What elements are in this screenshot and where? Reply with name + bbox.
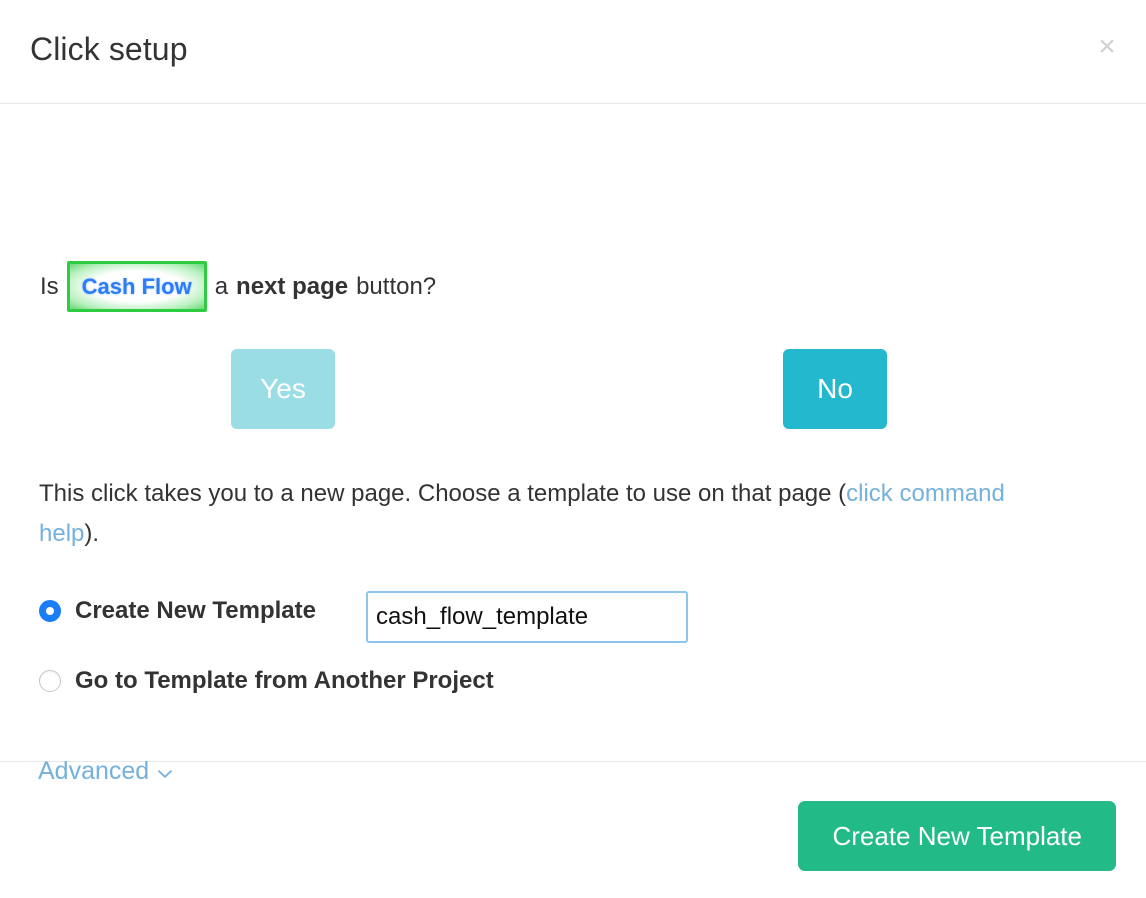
dialog-footer: Create New Template [0, 762, 1146, 898]
radio-go-to-template-another-project[interactable] [39, 670, 61, 692]
question-article: a [214, 272, 229, 300]
close-icon[interactable]: × [1090, 30, 1124, 64]
create-new-template-button[interactable]: Create New Template [798, 801, 1116, 871]
radio-label-create-new-template[interactable]: Create New Template [75, 599, 316, 623]
info-paragraph: This click takes you to a new page. Choo… [39, 474, 1059, 554]
template-name-input[interactable] [366, 591, 688, 643]
radio-create-new-template[interactable] [39, 600, 61, 622]
option-go-to-template-another-project[interactable]: Go to Template from Another Project [39, 669, 494, 693]
dialog-title: Click setup [30, 31, 188, 67]
info-text-after: ). [84, 520, 100, 547]
question-prefix: Is [40, 272, 59, 300]
answer-no-button[interactable]: No [783, 349, 887, 429]
highlighted-element-chip[interactable]: Cash Flow [66, 261, 207, 312]
dialog-header: Click setup × [0, 0, 1146, 104]
answer-yes-button[interactable]: Yes [231, 349, 335, 429]
question-emphasis: next page [236, 272, 349, 300]
question-suffix: button? [356, 272, 437, 300]
question-row: Is Cash Flow a next page button? [40, 261, 436, 312]
info-text-before: This click takes you to a new page. Choo… [39, 480, 847, 507]
option-create-new-template[interactable]: Create New Template [39, 599, 316, 623]
click-setup-dialog: Click setup × Is Cash Flow a next page b… [0, 0, 1146, 898]
dialog-body: Is Cash Flow a next page button? Yes No … [0, 104, 1146, 784]
radio-label-go-to-template-another-project[interactable]: Go to Template from Another Project [75, 669, 494, 693]
